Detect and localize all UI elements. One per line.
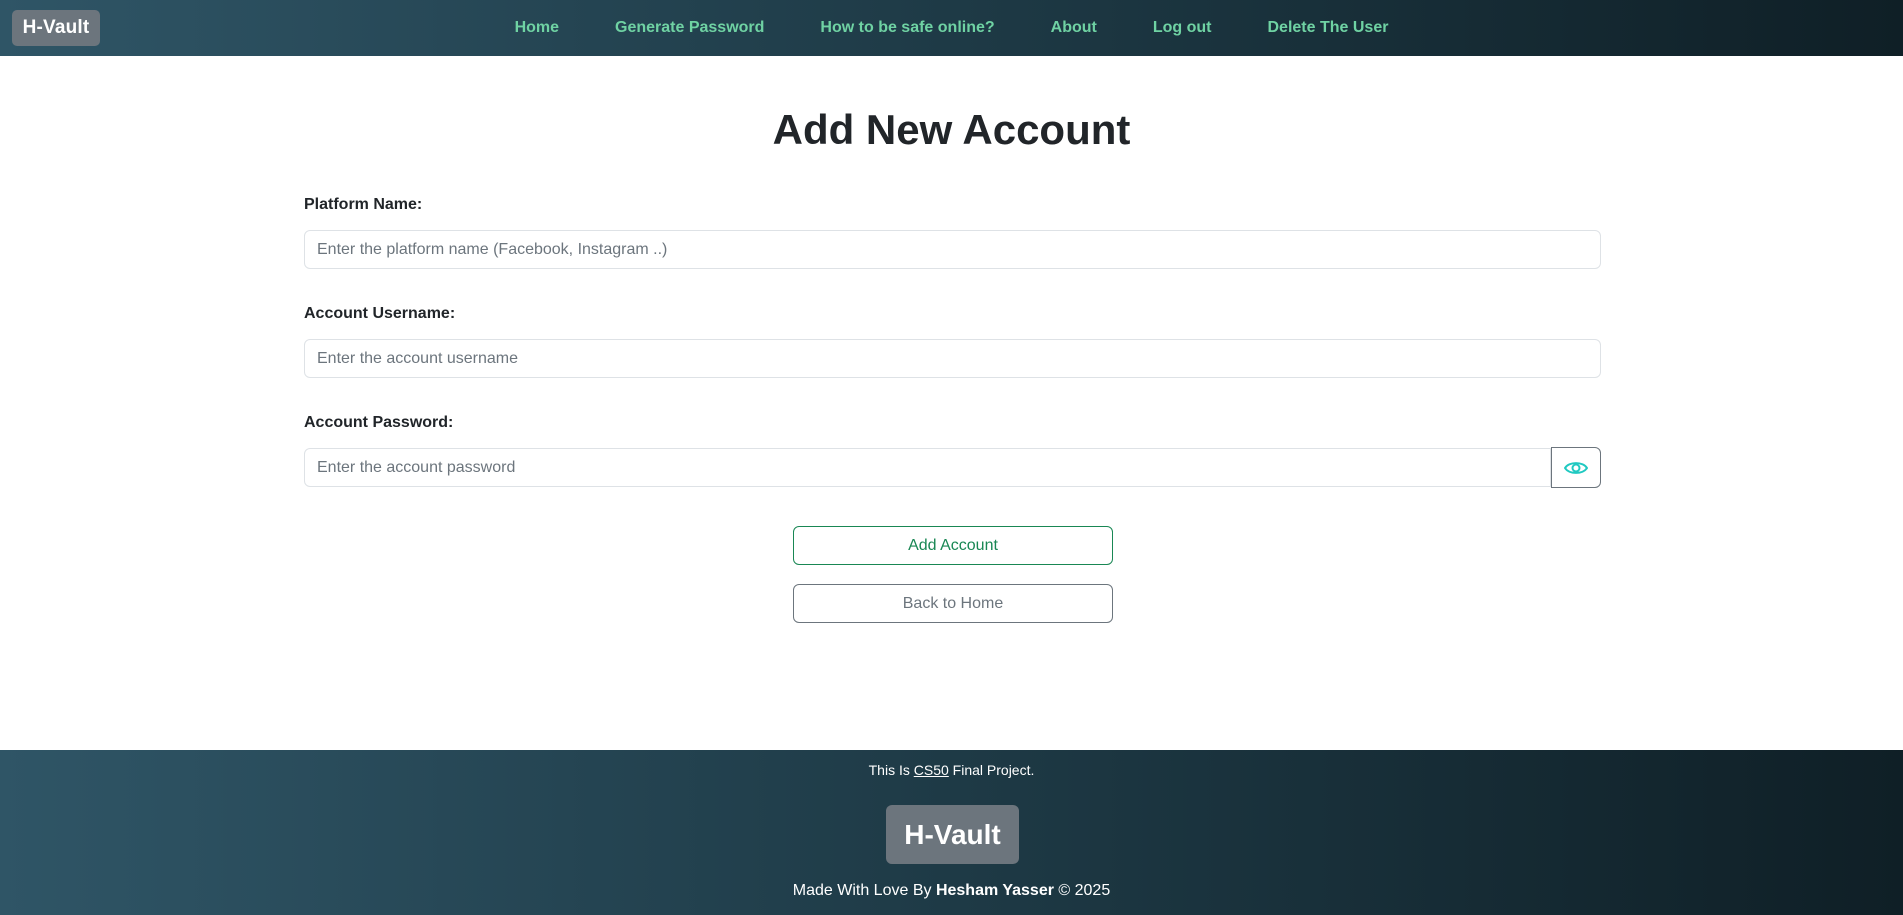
add-account-form: Platform Name: Account Username: Account… [304, 196, 1601, 524]
nav-generate-password-link[interactable]: Generate Password [587, 19, 792, 37]
footer-note-prefix: This Is [868, 762, 914, 778]
platform-group: Platform Name: [304, 196, 1601, 269]
password-label: Account Password: [304, 414, 454, 431]
footer-note-suffix: Final Project. [948, 762, 1035, 778]
username-group: Account Username: [304, 305, 1601, 378]
nav-safe-online-link[interactable]: How to be safe online? [792, 19, 1022, 37]
credit-name: Hesham Yasser [935, 882, 1054, 899]
password-row [304, 447, 1601, 488]
password-input[interactable] [304, 448, 1551, 487]
footer-note: This Is CS50 Final Project. [0, 762, 1903, 778]
cs50-link[interactable]: CS50 [914, 762, 949, 778]
footer-credit: Made With Love By Hesham Yasser © 2025 [0, 882, 1903, 900]
credit-suffix: © 2025 [1053, 882, 1111, 899]
password-group: Account Password: [304, 414, 1601, 488]
back-to-home-button[interactable]: Back to Home [793, 584, 1113, 623]
platform-label: Platform Name: [304, 196, 423, 213]
brand-logo[interactable]: H-Vault [12, 10, 100, 46]
navbar: Home Generate Password How to be safe on… [0, 0, 1903, 56]
nav-home-link[interactable]: Home [487, 19, 587, 37]
nav-about-link[interactable]: About [1023, 19, 1125, 37]
footer: This Is CS50 Final Project. H-Vault Made… [0, 750, 1903, 915]
username-input[interactable] [304, 339, 1601, 378]
page-title: Add New Account [772, 106, 1131, 153]
add-account-button[interactable]: Add Account [793, 526, 1113, 565]
nav-links: Home Generate Password How to be safe on… [0, 0, 1903, 56]
footer-logo: H-Vault [886, 805, 1019, 864]
eye-icon [1564, 461, 1588, 474]
toggle-password-button[interactable] [1551, 447, 1601, 488]
platform-input[interactable] [304, 230, 1601, 269]
nav-logout-link[interactable]: Log out [1125, 19, 1240, 37]
nav-delete-user-link[interactable]: Delete The User [1240, 19, 1417, 37]
credit-prefix: Made With Love By [792, 882, 936, 899]
main-content: Add New Account Platform Name: Account U… [0, 56, 1903, 750]
username-label: Account Username: [304, 305, 456, 322]
